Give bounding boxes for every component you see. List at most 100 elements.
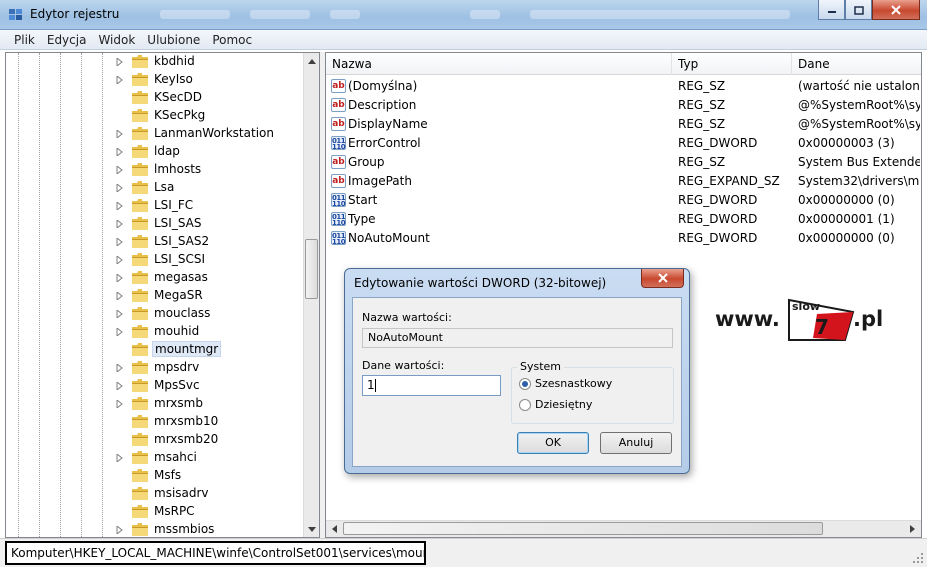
cancel-button[interactable]: Anuluj — [600, 432, 672, 454]
radio-indicator — [519, 398, 531, 411]
value-row[interactable]: 011 110 NoAutoMount REG_DWORD 0x00000000 (0) — [326, 229, 921, 248]
tree-item[interactable]: LSI_SAS2 — [6, 233, 304, 251]
tree-item[interactable]: megasas — [6, 269, 304, 287]
value-row[interactable]: ab Description REG_SZ @%SystemRoot%\syst — [326, 96, 921, 115]
tree-item[interactable]: LanmanWorkstation — [6, 125, 304, 143]
string-value-icon: ab — [331, 155, 346, 169]
menu-favorites[interactable]: Ulubione — [141, 33, 206, 47]
expand-arrow-icon[interactable] — [116, 526, 123, 534]
menu-edit[interactable]: Edycja — [41, 33, 93, 47]
values-horizontal-scrollbar[interactable] — [326, 520, 921, 537]
tree-item-label: mpsdrv — [154, 360, 200, 374]
binary-value-icon: 011 110 — [331, 212, 346, 227]
column-header-data[interactable]: Dane — [792, 53, 921, 75]
tree-item-label: mrxsmb — [154, 396, 203, 410]
value-row[interactable]: 011 110 ErrorControl REG_DWORD 0x00000003 (3… — [326, 134, 921, 153]
value-row[interactable]: ab DisplayName REG_SZ @%SystemRoot%\syst — [326, 115, 921, 134]
expand-arrow-icon[interactable] — [116, 256, 123, 264]
logo-suffix: .pl — [853, 307, 883, 331]
ok-button[interactable]: OK — [517, 432, 589, 454]
expand-arrow-icon[interactable] — [116, 454, 123, 462]
tree-item[interactable]: mrxsmb10 — [6, 413, 304, 431]
scroll-down-button[interactable] — [304, 521, 319, 537]
value-type: REG_DWORD — [678, 136, 758, 150]
resize-grip-icon[interactable] — [912, 552, 924, 564]
menu-file[interactable]: Plik — [8, 33, 41, 47]
minimize-button[interactable] — [818, 0, 845, 20]
scroll-thumb[interactable] — [305, 239, 318, 299]
tree-item[interactable]: LSI_SAS — [6, 215, 304, 233]
radio-decimal[interactable]: Dziesiętny — [519, 398, 592, 411]
expand-arrow-icon[interactable] — [116, 148, 123, 156]
expand-arrow-icon[interactable] — [116, 58, 123, 66]
expand-arrow-icon[interactable] — [116, 328, 123, 336]
arrow-up-icon — [308, 58, 316, 64]
tree-item[interactable]: mrxsmb20 — [6, 431, 304, 449]
tree-item[interactable]: msisadrv — [6, 485, 304, 503]
value-type: REG_SZ — [678, 155, 726, 169]
tree-item[interactable]: mssmbios — [6, 521, 304, 537]
scroll-up-button[interactable] — [304, 53, 319, 69]
tree-scrollbar[interactable] — [303, 53, 319, 537]
value-data-input[interactable]: 1 — [362, 375, 501, 396]
scroll-right-button[interactable] — [904, 521, 920, 537]
expand-arrow-icon[interactable] — [116, 238, 123, 246]
tree-item[interactable]: LSI_SCSI — [6, 251, 304, 269]
value-data: 0x00000000 (0) — [798, 231, 895, 245]
tree-item[interactable]: MsRPC — [6, 503, 304, 521]
tree-item[interactable]: Msfs — [6, 467, 304, 485]
close-button[interactable] — [872, 0, 920, 20]
column-header-name[interactable]: Nazwa — [326, 53, 672, 75]
expand-arrow-icon[interactable] — [116, 364, 123, 372]
tree-item[interactable]: mpsdrv — [6, 359, 304, 377]
menu-help[interactable]: Pomoc — [206, 33, 258, 47]
tree-item[interactable]: Lsa — [6, 179, 304, 197]
tree-item[interactable]: KeyIso — [6, 71, 304, 89]
tree-item[interactable]: KSecPkg — [6, 107, 304, 125]
tree-item[interactable]: kbdhid — [6, 53, 304, 71]
arrow-down-icon — [308, 526, 316, 532]
scroll-left-button[interactable] — [326, 521, 342, 537]
value-row[interactable]: ab (Domyślna) REG_SZ (wartość nie ustalona) — [326, 77, 921, 96]
expand-arrow-icon[interactable] — [116, 400, 123, 408]
value-name: ImagePath — [348, 174, 412, 188]
expand-arrow-icon[interactable] — [116, 184, 123, 192]
expand-arrow-icon[interactable] — [116, 76, 123, 84]
value-row[interactable]: 011 110 Start REG_DWORD 0x00000000 (0) — [326, 191, 921, 210]
tree-item-label: LSI_SAS2 — [154, 234, 210, 248]
expand-arrow-icon[interactable] — [116, 310, 123, 318]
value-row[interactable]: 011 110 Type REG_DWORD 0x00000001 (1) — [326, 210, 921, 229]
scroll-thumb[interactable] — [343, 522, 823, 535]
column-header-type[interactable]: Typ — [672, 53, 792, 75]
expand-arrow-icon[interactable] — [116, 202, 123, 210]
tree-item-label: MpsSvc — [154, 378, 200, 392]
tree-item[interactable]: mouhid — [6, 323, 304, 341]
tree-item[interactable]: msahci — [6, 449, 304, 467]
maximize-button[interactable] — [845, 0, 872, 20]
tree-item[interactable]: MegaSR — [6, 287, 304, 305]
expand-arrow-icon[interactable] — [116, 382, 123, 390]
tree-item[interactable]: mrxsmb — [6, 395, 304, 413]
tree-item[interactable]: ldap — [6, 143, 304, 161]
folder-icon — [132, 523, 148, 536]
menu-view[interactable]: Widok — [92, 33, 141, 47]
dialog-close-button[interactable] — [641, 269, 684, 288]
tree-item-label: KSecDD — [154, 90, 202, 104]
tree-item[interactable]: LSI_FC — [6, 197, 304, 215]
tree-item[interactable]: mountmgr — [6, 341, 304, 359]
tree-item[interactable]: MpsSvc — [6, 377, 304, 395]
radio-hexadecimal[interactable]: Szesnastkowy — [519, 377, 612, 390]
expand-arrow-icon[interactable] — [116, 130, 123, 138]
value-row[interactable]: ab ImagePath REG_EXPAND_SZ System32\drivers… — [326, 172, 921, 191]
slow7-logo: www. slow 7 .pl — [715, 298, 883, 341]
tree-item[interactable]: mouclass — [6, 305, 304, 323]
expand-arrow-icon[interactable] — [116, 274, 123, 282]
value-row[interactable]: ab Group REG_SZ System Bus Extender — [326, 153, 921, 172]
expand-arrow-icon[interactable] — [116, 166, 123, 174]
value-data: @%SystemRoot%\syst — [798, 117, 920, 131]
tree-item[interactable]: lmhosts — [6, 161, 304, 179]
folder-icon — [132, 217, 148, 230]
tree-item[interactable]: KSecDD — [6, 89, 304, 107]
expand-arrow-icon[interactable] — [116, 220, 123, 228]
expand-arrow-icon[interactable] — [116, 292, 123, 300]
